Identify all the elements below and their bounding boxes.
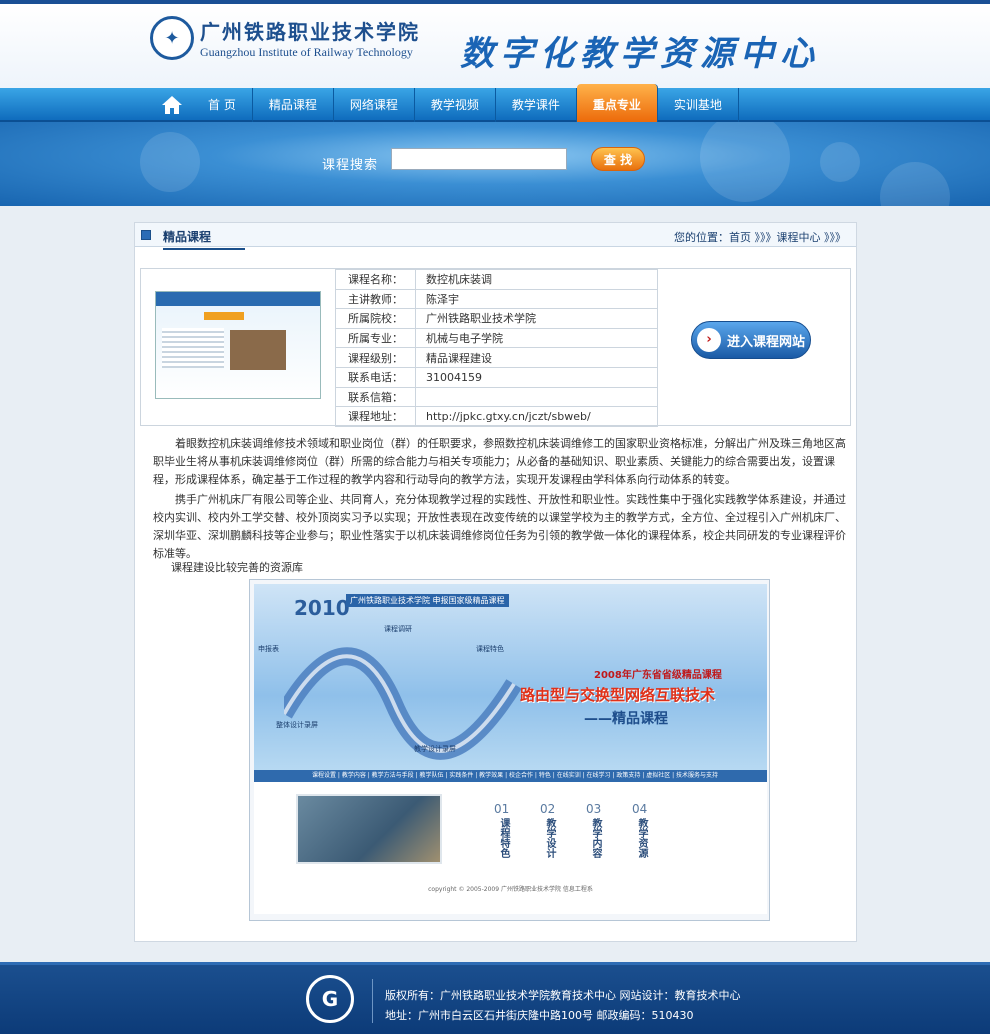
section-label: 教学内容 (590, 818, 601, 858)
header: ✦ 广州铁路职业技术学院 Guangzhou Institute of Rail… (0, 4, 990, 88)
wave-label: 教学设计录屏 (414, 745, 456, 753)
description-paragraph-2: 携手广州机床厂有限公司等企业、共同育人，充分体现教学过程的实践性、开放性和职业性… (153, 493, 846, 560)
table-row: 课程名称： 数控机床装调 (335, 269, 658, 290)
table-row: 联系信箱： (335, 386, 658, 408)
section-number: 02 (540, 802, 556, 816)
footer-emblem-icon: G (306, 975, 354, 1023)
panel-title: 精品课程 (163, 228, 245, 250)
wave-label: 申报表 (258, 645, 279, 653)
footer: G 版权所有：广州铁路职业技术学院教育技术中心 网站设计：教育技术中心 地址：广… (0, 962, 990, 1034)
enter-course-site-label: 进入课程网站 (727, 334, 806, 350)
panel-header: 精品课程 您的位置：首页 》》》课程中心 》》》 (135, 223, 856, 250)
wave-label: 课程特色 (476, 645, 504, 653)
search-label: 课程搜索 (322, 158, 379, 173)
arrow-right-icon: › (697, 328, 721, 352)
school-emblem-icon: ✦ (150, 16, 194, 60)
classroom-photo (296, 794, 442, 864)
site-title: 数字化教学资源中心 (460, 34, 820, 74)
table-row: 课程级别： 精品课程建设 (335, 347, 658, 368)
banner-sky: 2010 广州铁路职业技术学院 申报国家级精品课程 课程调研 课程特色 整体设计… (254, 584, 767, 770)
panel-square-icon (141, 230, 151, 240)
nav-item-teaching-videos[interactable]: 教学视频 (415, 88, 496, 122)
banner-year: 2010 (294, 596, 350, 620)
nav-item-training-base[interactable]: 实训基地 (658, 88, 739, 122)
nav-item-home[interactable]: 首 页 (192, 88, 253, 122)
banner-menu-strip: 课程设置 | 教学内容 | 教学方法与手段 | 教学队伍 | 实践条件 | 教学… (254, 770, 767, 782)
nav-item-quality-courses[interactable]: 精品课程 (253, 88, 334, 122)
banner-lower: 01 课程特色 02 教学设计 03 教学内容 04 教学资源 copyrigh… (254, 782, 767, 914)
home-icon[interactable] (160, 88, 184, 122)
banner-course-title: 路由型与交换型网络互联技术 (520, 686, 716, 704)
wave-label: 课程调研 (384, 625, 412, 633)
table-row: 课程地址： http://jpkc.gtxy.cn/jczt/sbweb/ (335, 406, 658, 427)
course-description: 着眼数控机床装调维修技术领域和职业岗位（群）的任职要求，参照数控机床装调维修工的… (153, 435, 846, 565)
footer-copyright: 版权所有：广州铁路职业技术学院教育技术中心 网站设计：教育技术中心 (385, 989, 741, 1002)
table-row: 所属专业： 机械与电子学院 (335, 327, 658, 349)
banner-tag: 广州铁路职业技术学院 申报国家级精品课程 (346, 594, 509, 607)
course-url-link[interactable]: http://jpkc.gtxy.cn/jczt/sbweb/ (415, 406, 658, 427)
enter-course-site-button[interactable]: › 进入课程网站 (691, 321, 811, 359)
resource-label: 课程建设比较完善的资源库 (171, 561, 303, 574)
logo-en-name: Guangzhou Institute of Railway Technolog… (200, 45, 413, 59)
search-input[interactable] (391, 148, 567, 170)
section-number: 01 (494, 802, 510, 816)
resource-library-image[interactable]: 2010 广州铁路职业技术学院 申报国家级精品课程 课程调研 课程特色 整体设计… (249, 579, 770, 921)
course-info-table: 课程名称： 数控机床装调 主讲教师： 陈泽宇 所属院校： 广州铁路职业技术学院 所属专… (335, 269, 658, 427)
section-label: 教学设计 (544, 818, 555, 858)
logo-cn-name: 广州铁路职业技术学院 (200, 20, 420, 44)
nav-item-courseware[interactable]: 教学课件 (496, 88, 577, 122)
course-panel: 精品课程 您的位置：首页 》》》课程中心 》》》 课程名称： 数控机床装调 主讲教… (134, 222, 857, 942)
banner-copyright: copyright © 2005-2009 广州铁路职业技术学院 信息工程系 (428, 886, 593, 893)
section-label: 教学资源 (636, 818, 647, 858)
school-logo[interactable]: ✦ 广州铁路职业技术学院 Guangzhou Institute of Rail… (150, 16, 420, 60)
main-nav: 首 页 精品课程 网络课程 教学视频 教学课件 重点专业 实训基地 (0, 84, 990, 122)
award-text: 2008年广东省省级精品课程 (594, 670, 722, 681)
course-info-box: 课程名称： 数控机床装调 主讲教师： 陈泽宇 所属院校： 广州铁路职业技术学院 所属专… (140, 268, 851, 427)
section-label: 课程特色 (498, 818, 509, 858)
search-banner: 课程搜索 查 找 (0, 122, 990, 206)
section-number: 04 (632, 802, 648, 816)
nav-item-online-courses[interactable]: 网络课程 (334, 88, 415, 122)
footer-divider (372, 979, 373, 1023)
footer-address: 地址：广州市白云区石井街庆隆中路100号 邮政编码：510430 (385, 1009, 694, 1022)
course-thumbnail[interactable] (155, 291, 321, 399)
table-row: 主讲教师： 陈泽宇 (335, 288, 658, 310)
search-button[interactable]: 查 找 (591, 147, 645, 171)
section-number: 03 (586, 802, 602, 816)
description-paragraph-1: 着眼数控机床装调维修技术领域和职业岗位（群）的任职要求，参照数控机床装调维修工的… (153, 437, 846, 486)
wave-label: 整体设计录屏 (276, 721, 318, 729)
nav-item-key-majors[interactable]: 重点专业 (576, 84, 658, 122)
table-row: 联系电话： 31004159 (335, 366, 658, 388)
banner-course-subtitle: ——精品课程 (584, 711, 668, 727)
table-row: 所属院校： 广州铁路职业技术学院 (335, 308, 658, 329)
breadcrumb[interactable]: 您的位置：首页 》》》课程中心 》》》 (674, 229, 846, 245)
